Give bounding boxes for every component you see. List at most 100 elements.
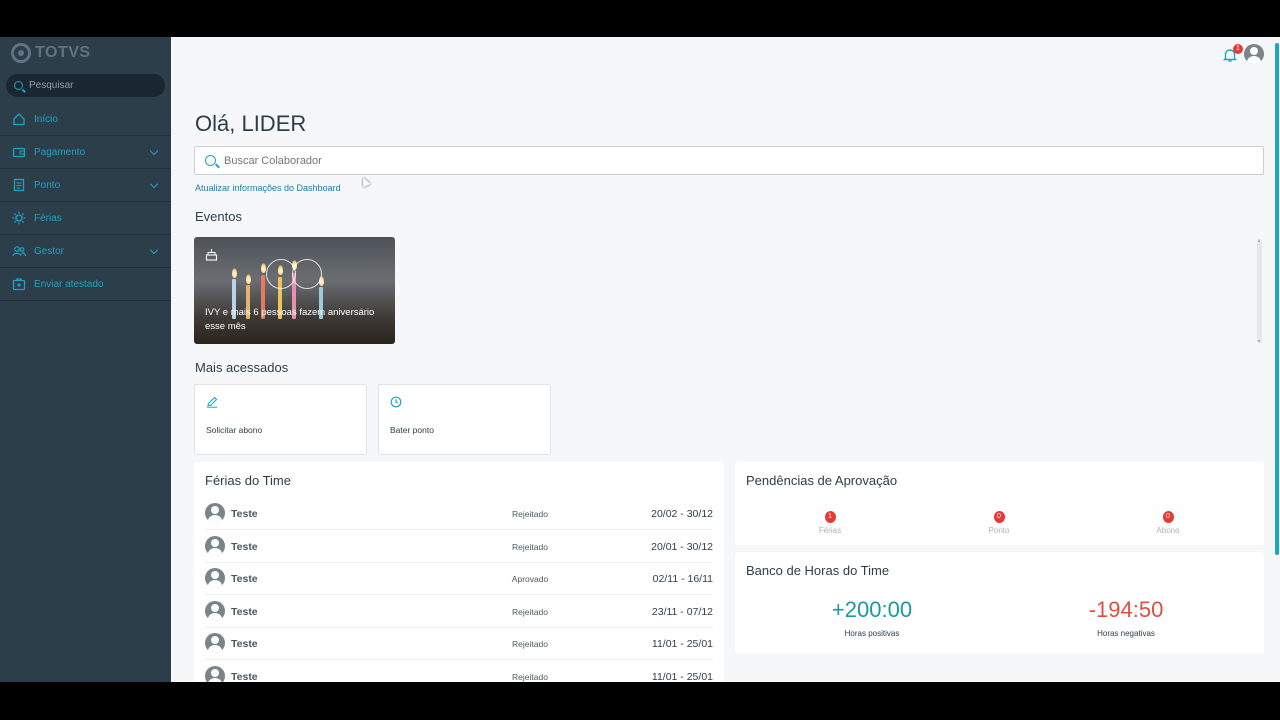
pending-label: Férias [818, 526, 842, 535]
sidebar-item-pagamento[interactable]: Pagamento [0, 136, 171, 169]
pending-label: Ponto [988, 526, 1010, 535]
sun-icon [12, 211, 26, 225]
chevron-down-icon [149, 245, 159, 255]
sidebar-item-label: Gestor [34, 245, 65, 257]
page-title: Olá, LIDER [195, 111, 307, 136]
flame-graphic [260, 263, 266, 273]
table-row[interactable]: Teste Rejeitado 11/01 - 25/01 [205, 627, 713, 660]
brand-logo[interactable]: TOTVS [0, 37, 171, 69]
sidebar: TOTVS Pesquisar Início Pagamento Ponto F… [0, 37, 171, 682]
avatar [205, 666, 225, 682]
table-row[interactable]: Teste Rejeitado 11/01 - 25/01 [205, 660, 713, 682]
sidebar-item-label: Férias [34, 212, 62, 224]
positive-hours: +200:00 Horas positivas [772, 597, 972, 638]
negative-hours-value: -194:50 [1088, 597, 1164, 622]
mouse-cursor [359, 175, 371, 188]
vacation-status: Rejeitado [512, 639, 548, 649]
positive-hours-value: +200:00 [831, 597, 913, 622]
events-scrollbar[interactable] [1257, 239, 1262, 343]
table-row[interactable]: Teste Aprovado 02/11 - 16/11 [205, 562, 713, 595]
avatar [205, 601, 225, 621]
vacation-status: Rejeitado [512, 509, 548, 519]
employee-name: Teste [231, 541, 258, 553]
collaborator-search-input[interactable] [224, 154, 1124, 167]
chevron-down-icon [149, 146, 159, 156]
pencil-icon [206, 395, 218, 408]
avatar [205, 568, 225, 588]
wallet-icon [12, 145, 26, 159]
sidebar-item-inicio[interactable]: Início [0, 103, 171, 136]
pending-count-badge: 0 [1162, 511, 1174, 523]
flame-graphic [231, 268, 237, 278]
search-icon [14, 81, 23, 90]
vacation-dates: 20/01 - 30/12 [651, 541, 713, 553]
pending-label: Abono [1156, 526, 1180, 535]
pending-abono[interactable]: 0 Abono [1128, 505, 1208, 535]
sidebar-item-enviar-atestado[interactable]: Enviar atestado [0, 268, 171, 301]
medical-case-icon [12, 277, 26, 291]
clock-icon [390, 395, 402, 408]
home-icon [12, 112, 26, 126]
vacation-dates: 20/02 - 30/12 [651, 508, 713, 520]
vacation-dates: 23/11 - 07/12 [651, 606, 713, 618]
quick-card-label: Bater ponto [390, 425, 434, 435]
team-vacation-panel: Férias do Time Teste Rejeitado 20/02 - 3… [194, 462, 724, 682]
vacation-status: Rejeitado [512, 607, 548, 617]
birthday-event-text: IVY e mais 6 pessoas fazem aniversário e… [205, 307, 375, 332]
quick-card-label: Solicitar abono [206, 425, 263, 435]
totvs-logo-icon [11, 43, 31, 63]
collaborator-search-field[interactable] [194, 146, 1264, 175]
sidebar-item-gestor[interactable]: Gestor [0, 235, 171, 268]
vacation-status: Aprovado [511, 574, 549, 584]
document-icon [12, 178, 26, 192]
pending-approvals-title: Pendências de Aprovação [746, 473, 898, 488]
birthday-event-card[interactable]: IVY e mais 6 pessoas fazem aniversário e… [194, 237, 395, 344]
notification-count-badge: 1 [1233, 44, 1243, 54]
team-vacation-title: Férias do Time [205, 473, 291, 488]
vacation-dates: 11/01 - 25/01 [651, 671, 713, 682]
user-avatar-button[interactable] [1244, 44, 1264, 64]
positive-hours-label: Horas positivas [844, 629, 900, 638]
decorative-circle [292, 259, 322, 289]
vacation-dates: 02/11 - 16/11 [652, 573, 713, 585]
table-row[interactable]: Teste Rejeitado 23/11 - 07/12 [205, 595, 713, 628]
sidebar-item-ferias[interactable]: Férias [0, 202, 171, 235]
vacation-dates: 11/01 - 25/01 [651, 638, 713, 650]
bater-ponto-card[interactable]: Bater ponto [378, 384, 551, 455]
team-hours-bank-panel: Banco de Horas do Time +200:00 Horas pos… [735, 552, 1264, 653]
vacation-status: Rejeitado [512, 672, 548, 682]
employee-name: Teste [231, 638, 258, 650]
pending-ponto[interactable]: 0 Ponto [959, 505, 1039, 535]
table-row[interactable]: Teste Rejeitado 20/01 - 30/12 [205, 530, 713, 563]
solicitar-abono-card[interactable]: Solicitar abono [194, 384, 367, 455]
people-icon [12, 244, 26, 258]
sidebar-search-input[interactable]: Pesquisar [6, 74, 165, 97]
page-scrollbar[interactable] [1275, 43, 1279, 555]
sidebar-item-label: Ponto [34, 179, 61, 191]
avatar [205, 633, 225, 653]
events-section-title: Eventos [195, 209, 242, 224]
negative-hours: -194:50 Horas negativas [1026, 597, 1226, 638]
employee-name: Teste [231, 573, 258, 585]
vacation-status: Rejeitado [512, 542, 548, 552]
update-dashboard-link[interactable]: Atualizar informações do Dashboard [195, 183, 341, 193]
search-icon [205, 155, 216, 166]
sidebar-item-label: Pagamento [34, 146, 86, 158]
pending-approvals-panel: Pendências de Aprovação 1 Férias 0 Ponto… [735, 462, 1264, 545]
sidebar-item-label: Início [34, 113, 58, 125]
table-row[interactable]: Teste Rejeitado 20/02 - 30/12 [205, 497, 713, 530]
avatar [205, 503, 225, 523]
most-accessed-title: Mais acessados [195, 360, 289, 375]
cake-icon [205, 248, 218, 261]
employee-name: Teste [231, 671, 258, 682]
negative-hours-label: Horas negativas [1097, 629, 1155, 638]
pending-ferias[interactable]: 1 Férias [790, 505, 870, 535]
brand-name: TOTVS [35, 44, 91, 61]
flame-graphic [245, 274, 251, 284]
avatar [205, 536, 225, 556]
pending-count-badge: 0 [993, 511, 1005, 523]
sidebar-item-ponto[interactable]: Ponto [0, 169, 171, 202]
employee-name: Teste [231, 606, 258, 618]
sidebar-item-label: Enviar atestado [34, 278, 104, 290]
sidebar-search-placeholder: Pesquisar [29, 80, 74, 91]
